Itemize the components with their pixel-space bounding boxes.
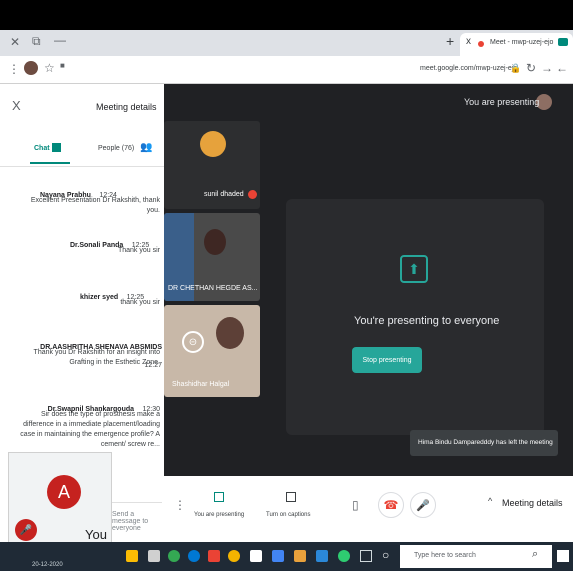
participant-name: sunil dhaded <box>204 191 244 198</box>
mute-participant-icon[interactable]: ⊝ <box>182 331 204 353</box>
people-icon: 👥 <box>140 142 153 153</box>
participant-tile[interactable]: DR CHETHAN HEGDE AS... <box>164 213 260 301</box>
cast-icon[interactable]: ■ <box>60 61 65 70</box>
notification-toast: Hima Bindu Damparedddy has left the meet… <box>410 430 558 456</box>
end-call-button[interactable]: ☎ <box>378 492 404 518</box>
chevron-up-icon: ^ <box>488 496 493 506</box>
presenting-card-title: You're presenting to everyone <box>354 315 500 327</box>
participant-tile[interactable]: sunil dhaded <box>164 121 260 209</box>
divider <box>0 166 164 167</box>
meet-main-area: You are presenting sunil dhaded DR CHETH… <box>164 84 573 542</box>
camera-icon[interactable]: ▯ <box>352 498 359 512</box>
tab-chat-label: Chat <box>34 145 50 152</box>
top-letterbox <box>0 0 573 30</box>
taskbar-date: 20-12-2020 <box>32 562 63 568</box>
self-video-tile[interactable]: A 🎤 You <box>8 452 112 552</box>
chrome-icon[interactable] <box>228 550 240 562</box>
taskbar-app-icon[interactable] <box>272 550 284 562</box>
taskbar-app-icon[interactable] <box>148 550 160 562</box>
tab-people-label: People (76) <box>98 145 135 152</box>
windows-taskbar: 20-12-2020 ○ Type here to search ⌕ <box>0 542 573 571</box>
meet-favicon-icon <box>558 38 568 46</box>
panel-title: Meeting details <box>96 102 157 112</box>
forward-icon[interactable]: → <box>541 61 553 75</box>
presenting-card: ⬆ You're presenting to everyone Stop pre… <box>286 199 544 435</box>
profile-avatar-icon[interactable] <box>24 61 38 75</box>
restore-window-icon[interactable]: ⧉ <box>32 34 41 49</box>
url-field[interactable]: meet.google.com/mwp-uzej-ejo 🔒 <box>410 61 530 79</box>
message-text: thank you sir <box>120 299 160 306</box>
captions-icon <box>286 492 296 502</box>
present-screen-icon: ⬆ <box>400 255 428 283</box>
taskbar-app-icon[interactable] <box>338 550 350 562</box>
self-name: You <box>85 527 107 542</box>
chat-icon <box>52 143 61 152</box>
more-options-icon[interactable]: ⋮ <box>174 498 186 512</box>
captions-button[interactable]: Turn on captions <box>264 490 316 526</box>
stop-presenting-button[interactable]: Stop presenting <box>352 347 422 373</box>
recording-dot-icon <box>478 41 484 47</box>
address-bar-row: ⋮ ☆ ■ meet.google.com/mwp-uzej-ejo 🔒 ↻ →… <box>0 56 573 84</box>
url-text: meet.google.com/mwp-uzej-ejo <box>420 65 518 72</box>
message-text: Thank you sir <box>117 247 160 254</box>
cortana-icon[interactable]: ○ <box>382 548 389 562</box>
reload-icon[interactable]: ↻ <box>526 61 536 75</box>
search-icon: ⌕ <box>532 548 539 560</box>
taskbar-app-icon[interactable] <box>316 550 328 562</box>
participant-tile[interactable]: ⊝ Shashidhar Halgal <box>164 305 260 397</box>
message-input[interactable]: Send a message to everyone <box>110 502 162 532</box>
taskbar-app-icon[interactable] <box>126 550 138 562</box>
new-tab-icon[interactable]: + <box>446 33 454 49</box>
taskbar-search-box[interactable]: Type here to search ⌕ <box>400 545 552 568</box>
star-icon[interactable]: ☆ <box>44 61 55 75</box>
message-text: Excellent Presentation Dr Rakshith, than… <box>30 197 160 214</box>
you-are-presenting-button[interactable]: You are presenting <box>194 490 246 526</box>
close-window-icon[interactable]: ✕ <box>10 35 20 49</box>
browser-tab-bar: ✕ ⧉ — + x Meet - mwp-uzej-ejo <box>0 30 573 56</box>
participant-video <box>204 229 226 255</box>
message-placeholder: Send a message to everyone <box>112 511 149 532</box>
start-button-icon[interactable] <box>557 550 569 562</box>
meeting-details-button[interactable]: ^ Meeting details <box>480 496 570 514</box>
active-tab[interactable]: x Meet - mwp-uzej-ejo <box>460 33 573 56</box>
back-icon[interactable]: ← <box>556 61 568 75</box>
participant-name: DR CHETHAN HEGDE AS... <box>168 285 258 292</box>
self-avatar: A <box>47 475 81 509</box>
task-view-icon[interactable] <box>360 550 372 562</box>
file-explorer-icon[interactable] <box>294 550 306 562</box>
menu-dots-icon[interactable]: ⋮ <box>8 62 20 76</box>
participant-avatar <box>200 131 226 157</box>
tab-chat[interactable]: Chat <box>30 142 70 164</box>
participant-video <box>216 317 244 349</box>
close-panel-icon[interactable]: X <box>12 98 21 113</box>
tab-title: Meet - mwp-uzej-ejo <box>490 39 554 46</box>
close-tab-icon[interactable]: x <box>466 36 471 47</box>
mic-off-icon <box>248 190 257 199</box>
minimize-window-icon[interactable]: — <box>54 33 66 47</box>
taskbar-app-icon[interactable] <box>188 550 200 562</box>
taskbar-app-icon[interactable] <box>168 550 180 562</box>
participant-name: Shashidhar Halgal <box>172 381 230 388</box>
lock-icon: 🔒 <box>510 63 522 73</box>
taskbar-app-icon[interactable] <box>208 550 220 562</box>
control-bar: ⋮ You are presenting Turn on captions ▯ … <box>164 476 573 542</box>
mic-button[interactable]: 🎤 <box>410 492 436 518</box>
muted-mic-icon: 🎤 <box>15 519 37 541</box>
presenting-banner: You are presenting <box>464 97 540 107</box>
search-placeholder: Type here to search <box>414 552 476 559</box>
taskbar-app-icon[interactable] <box>250 550 262 562</box>
avatar-letter: A <box>57 481 70 502</box>
present-icon <box>214 492 224 502</box>
message-text: Thank you Dr Rakshith for an insight int… <box>33 349 160 366</box>
tab-people[interactable]: 👥 People (76) <box>88 142 158 160</box>
